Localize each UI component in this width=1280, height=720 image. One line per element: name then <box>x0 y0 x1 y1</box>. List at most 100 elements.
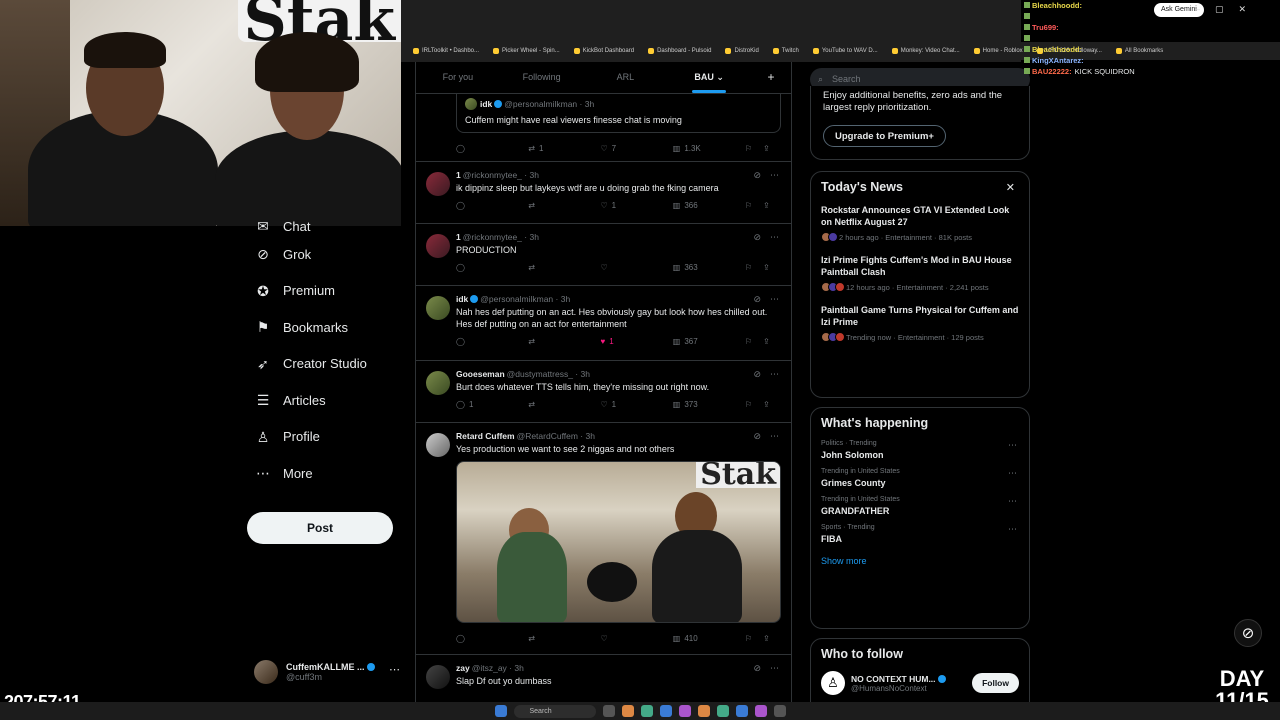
news-item[interactable]: Izi Prime Fights Cuffem's Mod in BAU Hou… <box>821 254 1019 292</box>
bookmark-item[interactable]: Monkey: Video Chat... <box>892 48 960 54</box>
views-button[interactable]: ▥ 373 <box>673 400 745 409</box>
upgrade-premium-button[interactable]: Upgrade to Premium+ <box>823 125 946 147</box>
tweet-media-image[interactable]: Stak <box>456 461 781 623</box>
tweet[interactable]: idk @personalmilkman · 3h Cuffem might ha… <box>416 94 791 162</box>
nav-item-bookmarks[interactable]: ⚑ Bookmarks <box>247 309 407 346</box>
grok-icon[interactable]: ⊘ <box>753 294 761 305</box>
bookmark-item[interactable]: Picker Wheel - Spin... <box>493 48 560 54</box>
app-icon[interactable] <box>640 705 653 717</box>
more-options-icon[interactable]: ⋯ <box>770 431 779 442</box>
bookmark-item[interactable]: Dashboard - Pulsoid <box>648 48 711 54</box>
bookmark-item[interactable]: IRLToolkit • Dashbo... <box>413 48 479 54</box>
more-options-icon[interactable]: ⋯ <box>770 663 779 674</box>
quoted-tweet[interactable]: idk @personalmilkman · 3h Cuffem might ha… <box>456 94 781 133</box>
more-options-icon[interactable]: ⋯ <box>1008 440 1017 451</box>
trend-item[interactable]: Trending in United States GRANDFATHER ⋯ <box>821 496 1019 516</box>
retweet-button[interactable]: ⇄ 1 <box>528 144 600 153</box>
more-options-icon[interactable]: ⋯ <box>1008 496 1017 507</box>
share-button[interactable]: ⇪ <box>763 337 781 346</box>
reply-button[interactable]: ◯ <box>456 144 528 153</box>
bookmark-button[interactable]: ⚐ <box>745 634 763 643</box>
grok-icon[interactable]: ⊘ <box>753 170 761 181</box>
tweet[interactable]: ⊘ ⋯ idk @personalmilkman · 3h Nah hes def … <box>416 286 791 361</box>
app-icon[interactable] <box>678 705 691 717</box>
tweet[interactable]: ⊘ ⋯ 1 @rickonmytee_ · 3h PRODUCTION ◯ ⇄ ♡ … <box>416 224 791 286</box>
nav-item-chat[interactable]: ✉ Chat <box>247 216 407 236</box>
more-options-icon[interactable]: ⋯ <box>770 170 779 181</box>
retweet-button[interactable]: ⇄ <box>528 201 600 210</box>
app-icon[interactable] <box>697 705 710 717</box>
reply-button[interactable]: ◯ <box>456 634 528 643</box>
like-button[interactable]: ♥ 1 <box>601 337 673 346</box>
reply-button[interactable]: ◯ <box>456 337 528 346</box>
app-icon[interactable] <box>773 705 786 717</box>
like-button[interactable]: ♡ <box>601 634 673 643</box>
like-button[interactable]: ♡ 7 <box>601 144 673 153</box>
bookmark-button[interactable]: ⚐ <box>745 144 763 153</box>
bookmark-button[interactable]: ⚐ <box>745 263 763 272</box>
maximize-icon[interactable]: ▢ <box>1215 4 1224 15</box>
more-options-icon[interactable]: ⋯ <box>1008 524 1017 535</box>
app-icon[interactable] <box>754 705 767 717</box>
grok-icon[interactable]: ⊘ <box>753 232 761 243</box>
share-button[interactable]: ⇪ <box>763 400 781 409</box>
like-button[interactable]: ♡ <box>601 263 673 272</box>
views-button[interactable]: ▥ 367 <box>673 337 745 346</box>
grok-icon[interactable]: ⊘ <box>753 663 761 674</box>
add-tab-button[interactable]: + <box>751 62 791 93</box>
views-button[interactable]: ▥ 410 <box>673 634 745 643</box>
nav-item-creator-studio[interactable]: ➶ Creator Studio <box>247 346 407 383</box>
reply-button[interactable]: ◯ <box>456 263 528 272</box>
bookmark-item[interactable]: DistroKid <box>725 48 758 54</box>
bookmark-item[interactable]: Home - Roblox <box>974 48 1023 54</box>
like-button[interactable]: ♡ 1 <box>601 201 673 210</box>
bookmark-button[interactable]: ⚐ <box>745 201 763 210</box>
follow-button[interactable]: Follow <box>972 673 1019 693</box>
more-options-icon[interactable]: ⋯ <box>770 232 779 243</box>
tab-bau[interactable]: BAU ⌄ <box>667 62 751 93</box>
retweet-button[interactable]: ⇄ <box>528 337 600 346</box>
news-item[interactable]: Paintball Game Turns Physical for Cuffem… <box>821 304 1019 342</box>
retweet-button[interactable]: ⇄ <box>528 400 600 409</box>
app-icon[interactable] <box>716 705 729 717</box>
taskbar-search[interactable]: Search <box>513 704 596 718</box>
close-window-icon[interactable]: ✕ <box>1239 4 1247 15</box>
bookmark-item[interactable]: Twitch <box>773 48 799 54</box>
tweet[interactable]: ⊘ ⋯ 1 @rickonmytee_ · 3h ik dippinz sleep … <box>416 162 791 224</box>
share-button[interactable]: ⇪ <box>763 263 781 272</box>
retweet-button[interactable]: ⇄ <box>528 634 600 643</box>
bookmark-button[interactable]: ⚐ <box>745 400 763 409</box>
views-button[interactable]: ▥ 366 <box>673 201 745 210</box>
views-button[interactable]: ▥ 1.3K <box>673 144 745 153</box>
post-button[interactable]: Post <box>247 512 393 544</box>
grok-icon[interactable]: ⊘ <box>753 369 761 380</box>
bookmark-item[interactable]: KickBot Dashboard <box>574 48 634 54</box>
bookmark-button[interactable]: ⚐ <box>745 337 763 346</box>
tweet[interactable]: ⊘ ⋯ Gooeseman @dustymattress_ · 3h Burt do… <box>416 361 791 423</box>
nav-item-more[interactable]: ⋯ More <box>247 455 407 492</box>
grok-icon[interactable]: ⊘ <box>753 431 761 442</box>
reply-button[interactable]: ◯ 1 <box>456 400 528 409</box>
app-icon[interactable] <box>735 705 748 717</box>
show-more-link[interactable]: Show more <box>821 556 1019 566</box>
tab-arl[interactable]: ARL <box>584 62 668 93</box>
trend-item[interactable]: Trending in United States Grimes County ⋯ <box>821 468 1019 488</box>
minimize-icon[interactable]: – <box>1195 4 1200 15</box>
nav-item-profile[interactable]: ♙ Profile <box>247 419 407 456</box>
more-options-icon[interactable]: ⋯ <box>770 294 779 305</box>
share-button[interactable]: ⇪ <box>763 144 781 153</box>
reply-button[interactable]: ◯ <box>456 201 528 210</box>
trend-item[interactable]: Politics · Trending John Solomon ⋯ <box>821 440 1019 460</box>
follow-suggestion[interactable]: ♙ NO CONTEXT HUM... @HumansNoContext Fol… <box>821 671 1019 695</box>
news-item[interactable]: Rockstar Announces GTA VI Extended Look … <box>821 204 1019 242</box>
nav-item-articles[interactable]: ☰ Articles <box>247 382 407 419</box>
file-explorer-icon[interactable] <box>621 705 634 717</box>
nav-item-premium[interactable]: ✪ Premium <box>247 273 407 310</box>
tab-following[interactable]: Following <box>500 62 584 93</box>
share-button[interactable]: ⇪ <box>763 634 781 643</box>
more-options-icon[interactable]: ⋯ <box>1008 468 1017 479</box>
tab-for-you[interactable]: For you <box>416 62 500 93</box>
bookmark-item[interactable]: YouTube to WAV D... <box>813 48 878 54</box>
more-options-icon[interactable]: ⋯ <box>770 369 779 380</box>
more-options-icon[interactable]: ⋯ <box>389 663 400 676</box>
